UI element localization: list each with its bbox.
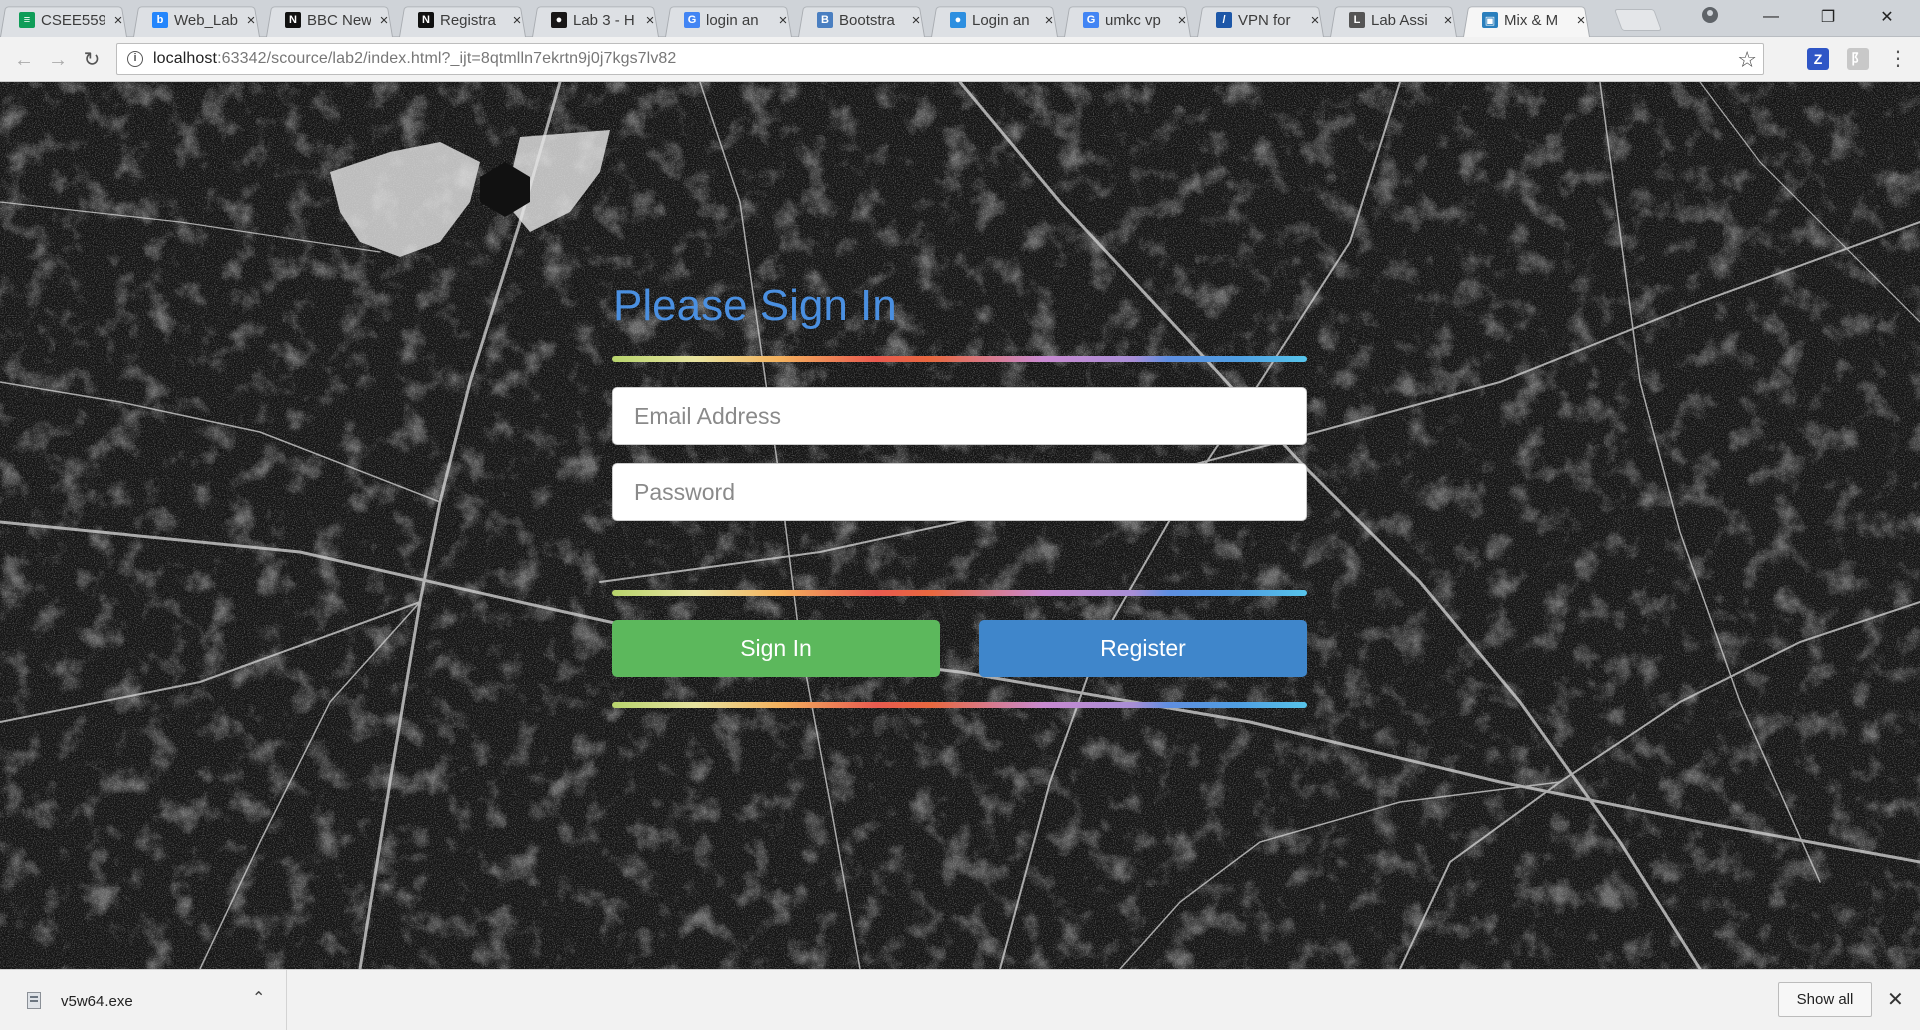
- extension-gray-icon[interactable]: 阝: [1847, 48, 1869, 70]
- notion-icon: N: [418, 12, 434, 28]
- mix-icon: ▣: [1482, 12, 1498, 28]
- tab-title: Web_Lab: [174, 11, 238, 29]
- close-tab-icon[interactable]: ×: [377, 12, 391, 29]
- browser-tab[interactable]: N BBC New ×: [260, 3, 399, 37]
- google-icon: G: [1083, 12, 1099, 28]
- browser-menu-icon[interactable]: ⋮: [1888, 47, 1908, 71]
- rainbow-divider-bottom: [612, 702, 1307, 708]
- page-title: Please Sign In: [613, 281, 897, 330]
- extension-z-icon[interactable]: Z: [1807, 48, 1829, 70]
- info-icon[interactable]: i: [127, 51, 143, 67]
- close-tab-icon[interactable]: ×: [909, 12, 923, 29]
- close-tab-icon[interactable]: ×: [244, 12, 258, 29]
- tab-title: login an: [706, 11, 759, 29]
- close-tab-icon[interactable]: ×: [1441, 12, 1455, 29]
- tab-title: umkc vp: [1105, 11, 1161, 29]
- browser-tab[interactable]: b Web_Lab ×: [127, 3, 266, 37]
- browser-tab[interactable]: ▣ Mix & M ×: [1457, 3, 1596, 37]
- tab-title: Registra: [440, 11, 496, 29]
- download-item[interactable]: v5w64.exe ⌃: [0, 970, 287, 1030]
- reload-icon[interactable]: ↻: [80, 48, 104, 72]
- minimize-icon[interactable]: —: [1748, 0, 1794, 34]
- browser-tab[interactable]: ● Login an ×: [925, 3, 1064, 37]
- rainbow-divider-middle: [612, 590, 1307, 596]
- browser-tab[interactable]: L Lab Assi ×: [1324, 3, 1463, 37]
- browser-tab[interactable]: ● Lab 3 - H ×: [526, 3, 665, 37]
- tab-title: Lab 3 - H: [573, 11, 635, 29]
- close-tab-icon[interactable]: ×: [1308, 12, 1322, 29]
- close-tab-icon[interactable]: ×: [776, 12, 790, 29]
- close-tab-icon[interactable]: ×: [1042, 12, 1056, 29]
- download-file-name: v5w64.exe: [61, 993, 133, 1010]
- box-icon: b: [152, 12, 168, 28]
- close-tab-icon[interactable]: ×: [1574, 12, 1588, 29]
- tab-title: Mix & M: [1504, 11, 1559, 29]
- forward-icon[interactable]: →: [46, 48, 70, 72]
- browser-tab[interactable]: Glogin an ×: [659, 3, 798, 37]
- new-tab-button[interactable]: [1613, 9, 1663, 31]
- close-tab-icon[interactable]: ×: [111, 12, 125, 29]
- register-button[interactable]: Register: [979, 620, 1307, 677]
- profile-icon[interactable]: [1702, 7, 1718, 23]
- drop-icon: ●: [950, 12, 966, 28]
- notion-icon: N: [285, 12, 301, 28]
- sign-in-form: Please Sign In Sign In Register: [612, 82, 1307, 969]
- show-all-button[interactable]: Show all: [1778, 982, 1872, 1017]
- tab-title: BBC New: [307, 11, 371, 29]
- password-field[interactable]: [612, 463, 1307, 521]
- browser-tab[interactable]: Gumkc vp ×: [1058, 3, 1197, 37]
- restore-icon[interactable]: ❐: [1805, 0, 1851, 34]
- rainbow-divider-top: [612, 356, 1307, 362]
- file-icon: [27, 992, 41, 1009]
- tab-strip: ≡ CSEE559 × b Web_Lab × N BBC New × N Registra × ● La…: [0, 0, 1920, 37]
- browser-tab[interactable]: / VPN for ×: [1191, 3, 1330, 37]
- bookmark-star-icon[interactable]: ☆: [1737, 47, 1757, 73]
- close-window-icon[interactable]: ✕: [1864, 0, 1910, 34]
- tab-title: Login an: [972, 11, 1030, 29]
- browser-toolbar: ← → ↻ i localhost:63342/scource/lab2/ind…: [0, 37, 1920, 82]
- close-tab-icon[interactable]: ×: [643, 12, 657, 29]
- vpn-icon: /: [1216, 12, 1232, 28]
- tab-title: CSEE559: [41, 11, 105, 29]
- tab-title: VPN for: [1238, 11, 1291, 29]
- chevron-up-icon[interactable]: ⌃: [252, 988, 265, 1008]
- lab-icon: L: [1349, 12, 1365, 28]
- sheets-icon: ≡: [19, 12, 35, 28]
- tab-title: Lab Assi: [1371, 11, 1428, 29]
- url-host: localhost: [153, 50, 218, 67]
- url-text[interactable]: localhost:63342/scource/lab2/index.html?…: [153, 50, 676, 68]
- tab-title: Bootstra: [839, 11, 895, 29]
- back-icon[interactable]: ←: [12, 48, 36, 72]
- close-tab-icon[interactable]: ×: [510, 12, 524, 29]
- page-viewport: Please Sign In Sign In Register: [0, 82, 1920, 969]
- address-bar[interactable]: i localhost:63342/scource/lab2/index.htm…: [116, 43, 1764, 75]
- sign-in-button[interactable]: Sign In: [612, 620, 940, 677]
- close-tab-icon[interactable]: ×: [1175, 12, 1189, 29]
- browser-tab[interactable]: N Registra ×: [393, 3, 532, 37]
- browser-tab[interactable]: ≡ CSEE559 ×: [0, 3, 133, 37]
- email-field[interactable]: [612, 387, 1307, 445]
- download-shelf: v5w64.exe ⌃ Show all ✕: [0, 969, 1920, 1030]
- github-icon: ●: [551, 12, 567, 28]
- bootstrap-icon: B: [817, 12, 833, 28]
- url-path: :63342/scource/lab2/index.html?_ijt=8qtm…: [217, 50, 677, 67]
- close-shelf-icon[interactable]: ✕: [1887, 987, 1904, 1012]
- google-icon: G: [684, 12, 700, 28]
- browser-tab[interactable]: B Bootstra ×: [792, 3, 931, 37]
